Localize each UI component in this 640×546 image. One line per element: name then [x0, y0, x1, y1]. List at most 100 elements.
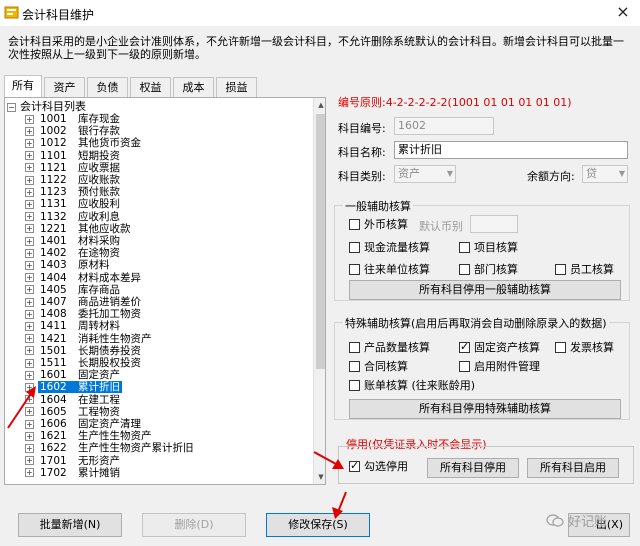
- tree-item[interactable]: +1121 应收票据: [25, 162, 122, 174]
- checkbox-icon[interactable]: [555, 264, 566, 275]
- tree-item[interactable]: +1421 消耗性生物资产: [25, 333, 154, 345]
- checkbox-icon[interactable]: [349, 380, 360, 391]
- expand-icon[interactable]: +: [25, 346, 34, 356]
- expand-icon[interactable]: +: [25, 285, 34, 295]
- expand-icon[interactable]: +: [25, 236, 34, 246]
- tree-item[interactable]: +1601 固定资产: [25, 369, 122, 381]
- expand-icon[interactable]: +: [25, 175, 34, 185]
- expand-icon[interactable]: +: [25, 151, 34, 161]
- expand-icon[interactable]: +: [25, 114, 34, 124]
- checkbox-checked-icon[interactable]: [349, 459, 360, 473]
- cashflow-checkbox[interactable]: 现金流量核算: [349, 241, 430, 255]
- department-checkbox[interactable]: 部门核算: [459, 263, 518, 277]
- tree-item[interactable]: +1411 周转材料: [25, 320, 122, 332]
- checkbox-icon[interactable]: [349, 264, 360, 275]
- delete-button[interactable]: 删除(D): [142, 513, 246, 537]
- scroll-up-arrow-icon[interactable]: ▲: [314, 98, 325, 112]
- expand-icon[interactable]: +: [25, 224, 34, 234]
- expand-icon[interactable]: +: [25, 321, 34, 331]
- tree-item[interactable]: +1132 应收利息: [25, 211, 122, 223]
- invoice-checkbox[interactable]: 发票核算: [555, 341, 614, 355]
- expand-icon[interactable]: +: [25, 126, 34, 136]
- tree-item[interactable]: +1002 银行存款: [25, 125, 122, 137]
- tree-item[interactable]: +1404 材料成本差异: [25, 272, 143, 284]
- tree-item[interactable]: +1221 其他应收款: [25, 223, 133, 235]
- tab-liabilities[interactable]: 负债: [87, 77, 128, 97]
- tree-item[interactable]: +1001 库存现金: [25, 113, 122, 125]
- close-button[interactable]: ×: [612, 2, 634, 22]
- expand-icon[interactable]: +: [25, 443, 34, 453]
- checkbox-icon[interactable]: [349, 342, 360, 353]
- foreign-currency-checkbox[interactable]: 外币核算: [349, 218, 408, 232]
- checkbox-icon[interactable]: [555, 342, 566, 353]
- code-field[interactable]: 1602: [394, 117, 494, 135]
- tab-equity[interactable]: 权益: [130, 77, 171, 97]
- balance-select[interactable]: 贷 ▼: [582, 165, 628, 183]
- scrollbar-thumb[interactable]: [316, 114, 325, 369]
- fixed-asset-checkbox[interactable]: 固定资产核算: [459, 340, 540, 355]
- tab-assets[interactable]: 资产: [44, 77, 85, 97]
- tree-item[interactable]: +1501 长期债券投资: [25, 345, 143, 357]
- project-checkbox[interactable]: 项目核算: [459, 241, 518, 255]
- tab-all[interactable]: 所有: [4, 75, 42, 97]
- expand-icon[interactable]: +: [25, 187, 34, 197]
- account-tree[interactable]: − 会计科目列表 +1001 库存现金 +1002 银行存款 +1012 其他货币资金 +11…: [4, 97, 326, 485]
- disable-special-aux-button[interactable]: 所有科目停用特殊辅助核算: [349, 399, 621, 419]
- enable-all-button[interactable]: 所有科目启用: [527, 458, 619, 478]
- tree-item[interactable]: +1401 材料采购: [25, 235, 122, 247]
- expand-icon[interactable]: +: [25, 199, 34, 209]
- tree-item[interactable]: +1122 应收账款: [25, 174, 122, 186]
- tree-item[interactable]: +1403 原材料: [25, 259, 112, 271]
- expand-icon[interactable]: +: [25, 431, 34, 441]
- scroll-down-arrow-icon[interactable]: ▼: [314, 470, 325, 484]
- tree-item[interactable]: +1131 应收股利: [25, 198, 122, 210]
- collapse-icon[interactable]: −: [7, 102, 16, 112]
- expand-icon[interactable]: +: [25, 456, 34, 466]
- tree-item[interactable]: +1606 固定资产清理: [25, 418, 143, 430]
- expand-icon[interactable]: +: [25, 248, 34, 258]
- tree-item[interactable]: +1408 委托加工物资: [25, 308, 143, 320]
- expand-icon[interactable]: +: [25, 260, 34, 270]
- category-select[interactable]: 资产 ▼: [394, 165, 456, 183]
- tab-cost[interactable]: 成本: [173, 77, 214, 97]
- expand-icon[interactable]: +: [25, 273, 34, 283]
- expand-icon[interactable]: +: [25, 358, 34, 368]
- disable-general-aux-button[interactable]: 所有科目停用一般辅助核算: [349, 280, 621, 300]
- tree-item[interactable]: +1702 累计摊销: [25, 467, 122, 479]
- expand-icon[interactable]: +: [25, 309, 34, 319]
- contract-checkbox[interactable]: 合同核算: [349, 360, 408, 374]
- checkbox-checked-icon[interactable]: [459, 340, 470, 354]
- employee-checkbox[interactable]: 员工核算: [555, 263, 614, 277]
- checkbox-icon[interactable]: [349, 219, 360, 230]
- checkbox-icon[interactable]: [459, 242, 470, 253]
- tab-profit-loss[interactable]: 损益: [216, 77, 257, 97]
- expand-icon[interactable]: +: [25, 163, 34, 173]
- attachment-checkbox[interactable]: 启用附件管理: [459, 360, 540, 374]
- checkbox-icon[interactable]: [349, 361, 360, 372]
- batch-add-button[interactable]: 批量新增(N): [18, 513, 122, 537]
- expand-icon[interactable]: +: [25, 370, 34, 380]
- tree-item[interactable]: +1621 生产性生物资产: [25, 430, 154, 442]
- checkbox-icon[interactable]: [459, 264, 470, 275]
- tree-item[interactable]: +1511 长期股权投资: [25, 357, 143, 369]
- tree-scrollbar[interactable]: ▲ ▼: [313, 98, 325, 484]
- tree-item[interactable]: +1407 商品进销差价: [25, 296, 143, 308]
- bill-checkbox[interactable]: 账单核算 (往来账龄用): [349, 379, 475, 393]
- expand-icon[interactable]: +: [25, 468, 34, 478]
- tree-root[interactable]: − 会计科目列表: [7, 101, 86, 113]
- expand-icon[interactable]: +: [25, 334, 34, 344]
- default-currency-field[interactable]: [470, 215, 518, 233]
- quantity-checkbox[interactable]: 产品数量核算: [349, 341, 430, 355]
- tree-item[interactable]: +1123 预付账款: [25, 186, 122, 198]
- tree-item[interactable]: +1402 在途物资: [25, 247, 122, 259]
- counterparty-checkbox[interactable]: 往来单位核算: [349, 263, 430, 277]
- expand-icon[interactable]: +: [25, 212, 34, 222]
- checkbox-icon[interactable]: [459, 361, 470, 372]
- expand-icon[interactable]: +: [25, 297, 34, 307]
- tree-item[interactable]: +1701 无形资产: [25, 455, 122, 467]
- name-field[interactable]: 累计折旧: [394, 141, 628, 159]
- disable-all-button[interactable]: 所有科目停用: [427, 458, 519, 478]
- expand-icon[interactable]: +: [25, 138, 34, 148]
- tree-item[interactable]: +1622 生产性生物资产累计折旧: [25, 442, 196, 454]
- tree-item[interactable]: +1405 库存商品: [25, 284, 122, 296]
